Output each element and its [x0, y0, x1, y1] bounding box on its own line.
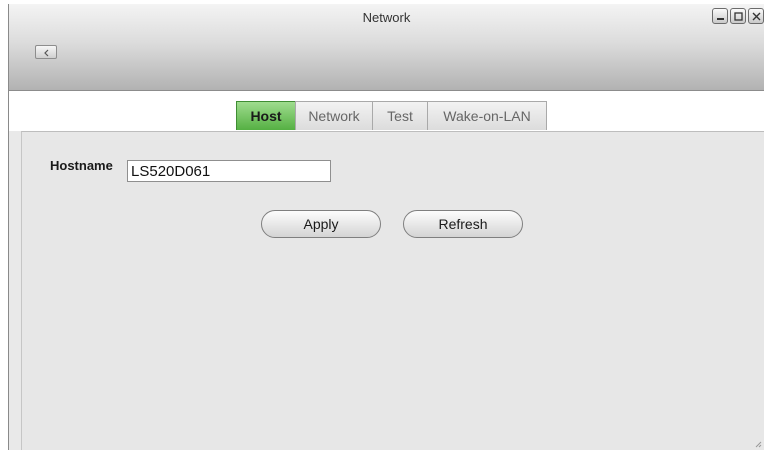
hostname-input[interactable] [127, 160, 331, 182]
window-title: Network [362, 10, 411, 25]
minimize-button[interactable] [712, 8, 728, 24]
resize-grip-icon[interactable] [754, 440, 762, 448]
host-panel: Hostname Apply Refresh [21, 131, 764, 450]
tab-wake-on-lan[interactable]: Wake-on-LAN [427, 101, 547, 130]
tab-test[interactable]: Test [372, 101, 428, 130]
close-button[interactable] [748, 8, 764, 24]
chevron-left-icon [44, 49, 49, 57]
tab-bar: Host Network Test Wake-on-LAN [236, 101, 547, 131]
tab-host[interactable]: Host [236, 101, 296, 130]
title-bar[interactable]: Network [9, 4, 764, 91]
close-icon [752, 12, 761, 21]
tab-network[interactable]: Network [295, 101, 373, 130]
refresh-button[interactable]: Refresh [403, 210, 523, 238]
back-button[interactable] [35, 45, 57, 59]
network-window: Network Host Network Test Wake-on-LAN Ho… [8, 4, 764, 450]
minimize-icon [717, 18, 724, 20]
hostname-label: Hostname [50, 158, 113, 173]
apply-button[interactable]: Apply [261, 210, 381, 238]
window-controls [712, 8, 764, 24]
maximize-button[interactable] [730, 8, 746, 24]
maximize-icon [734, 12, 743, 21]
